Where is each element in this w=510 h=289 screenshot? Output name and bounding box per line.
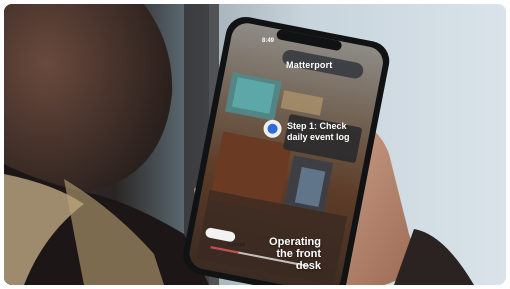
brand-name: Matterport	[286, 60, 333, 70]
tour-title: Operating the front desk	[269, 236, 321, 272]
photo-background	[4, 4, 506, 285]
photo-frame: 8:49 Matterport Step 1: Check daily even…	[4, 4, 506, 285]
step-label: Step 1: Check daily event log	[287, 121, 350, 142]
tag-label: Tutorial	[227, 242, 246, 248]
status-time: 8:49	[262, 38, 275, 44]
